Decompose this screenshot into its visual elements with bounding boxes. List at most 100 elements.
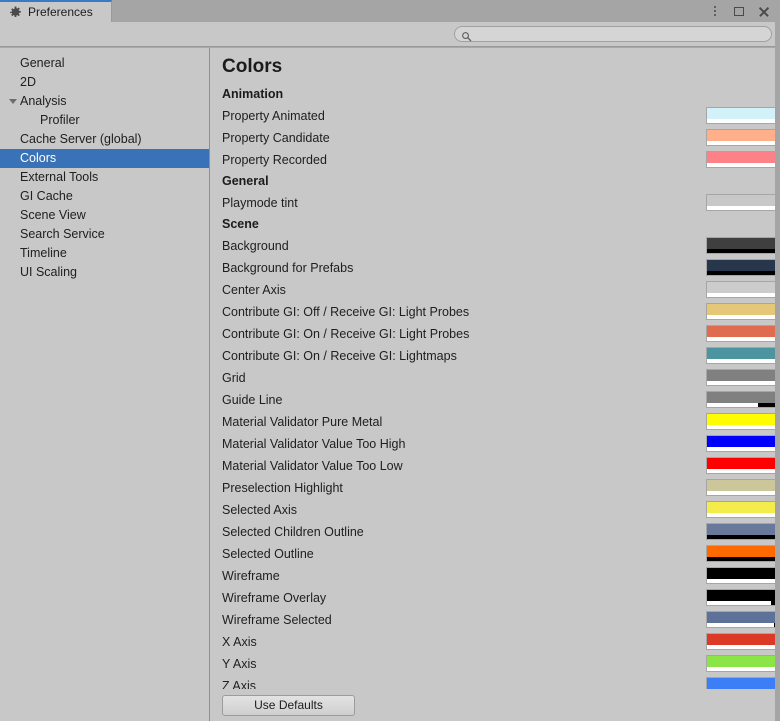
color-swatch[interactable] xyxy=(706,523,780,540)
color-setting-label: X Axis xyxy=(222,636,257,649)
sidebar-item-analysis[interactable]: Analysis xyxy=(0,92,209,111)
color-swatch-alpha-bar xyxy=(707,293,780,297)
color-setting-label: Y Axis xyxy=(222,658,257,671)
color-setting-label: Background for Prefabs xyxy=(222,262,353,275)
chevron-down-icon[interactable] xyxy=(6,95,20,109)
kebab-menu-icon[interactable] xyxy=(704,0,726,22)
window-controls xyxy=(704,0,780,22)
color-setting-row: Material Validator Pure Metal xyxy=(222,411,780,433)
color-setting-row: Contribute GI: On / Receive GI: Light Pr… xyxy=(222,323,780,345)
color-swatch-alpha-bar xyxy=(707,315,780,319)
color-swatch-alpha-bar xyxy=(707,425,780,429)
color-swatch-band xyxy=(707,238,780,249)
sidebar-item-ui-scaling[interactable]: UI Scaling xyxy=(0,263,209,282)
color-setting-label: Preselection Highlight xyxy=(222,482,343,495)
color-swatch-alpha-bar xyxy=(707,163,780,167)
color-swatch-alpha-bar xyxy=(707,491,780,495)
use-defaults-button[interactable]: Use Defaults xyxy=(222,695,355,716)
title-bar: Preferences xyxy=(0,0,780,22)
sidebar-item-gi-cache[interactable]: GI Cache xyxy=(0,187,209,206)
content-scroll-area[interactable]: Colors AnimationProperty AnimatedPropert… xyxy=(210,48,780,689)
color-setting-label: Material Validator Pure Metal xyxy=(222,416,382,429)
color-setting-row: Guide Line xyxy=(222,389,780,411)
color-swatch[interactable] xyxy=(706,237,780,254)
color-swatch-alpha-bar xyxy=(707,141,780,145)
color-swatch[interactable] xyxy=(706,413,780,430)
group-header: Animation xyxy=(222,84,780,105)
color-swatch[interactable] xyxy=(706,611,780,628)
color-swatch[interactable] xyxy=(706,633,780,650)
color-swatch[interactable] xyxy=(706,303,780,320)
tab-preferences[interactable]: Preferences xyxy=(0,0,112,22)
color-swatch[interactable] xyxy=(706,194,780,211)
settings-tree[interactable]: General 2D AnalysisProfiler Cache Server (g… xyxy=(0,48,210,721)
color-swatch[interactable] xyxy=(706,677,780,689)
color-swatch[interactable] xyxy=(706,545,780,562)
sidebar-item-label: External Tools xyxy=(20,171,98,184)
color-setting-label: Wireframe Overlay xyxy=(222,592,326,605)
color-swatch-alpha-bar xyxy=(707,513,780,517)
color-swatch[interactable] xyxy=(706,479,780,496)
color-swatch[interactable] xyxy=(706,567,780,584)
color-swatch[interactable] xyxy=(706,259,780,276)
search-input[interactable] xyxy=(472,27,765,42)
sidebar-item-timeline[interactable]: Timeline xyxy=(0,244,209,263)
color-swatch[interactable] xyxy=(706,655,780,672)
color-setting-label: Selected Axis xyxy=(222,504,297,517)
sidebar-item-label: Cache Server (global) xyxy=(20,133,142,146)
color-setting-row: Property Animated xyxy=(222,105,780,127)
color-swatch[interactable] xyxy=(706,129,780,146)
color-setting-row: Wireframe xyxy=(222,565,780,587)
color-swatch-band xyxy=(707,326,780,337)
color-setting-label: Wireframe Selected xyxy=(222,614,332,627)
sidebar-item-profiler[interactable]: Profiler xyxy=(0,111,209,130)
color-setting-label: Wireframe xyxy=(222,570,280,583)
maximize-icon[interactable] xyxy=(728,0,750,22)
color-swatch-alpha-bar xyxy=(707,667,780,671)
color-swatch[interactable] xyxy=(706,151,780,168)
color-swatch-band xyxy=(707,130,780,141)
color-swatch-band xyxy=(707,612,780,623)
sidebar-item-2d[interactable]: 2D xyxy=(0,73,209,92)
color-swatch-band xyxy=(707,152,780,163)
color-swatch[interactable] xyxy=(706,281,780,298)
color-swatch[interactable] xyxy=(706,501,780,518)
sidebar-item-label: 2D xyxy=(20,76,36,89)
color-setting-label: Guide Line xyxy=(222,394,282,407)
sidebar-item-general[interactable]: General xyxy=(0,54,209,73)
titlebar-spacer xyxy=(112,0,704,22)
color-setting-label: Contribute GI: On / Receive GI: Lightmap… xyxy=(222,350,457,363)
sidebar-item-cache-server-global[interactable]: Cache Server (global) xyxy=(0,130,209,149)
color-swatch[interactable] xyxy=(706,391,780,408)
tab-label: Preferences xyxy=(28,6,93,18)
color-swatch-alpha-bar xyxy=(707,535,780,539)
color-swatch[interactable] xyxy=(706,369,780,386)
sidebar-item-colors[interactable]: Colors xyxy=(0,149,209,168)
color-swatch[interactable] xyxy=(706,435,780,452)
color-swatch[interactable] xyxy=(706,347,780,364)
color-setting-label: Playmode tint xyxy=(222,197,298,210)
sidebar-item-external-tools[interactable]: External Tools xyxy=(0,168,209,187)
color-swatch-band xyxy=(707,590,780,601)
color-setting-row: Grid xyxy=(222,367,780,389)
color-setting-row: Background for Prefabs xyxy=(222,257,780,279)
close-icon[interactable] xyxy=(752,0,774,22)
color-setting-label: Center Axis xyxy=(222,284,286,297)
color-setting-label: Property Recorded xyxy=(222,154,327,167)
sidebar-item-label: GI Cache xyxy=(20,190,73,203)
sidebar-item-search-service[interactable]: Search Service xyxy=(0,225,209,244)
footer: Use Defaults xyxy=(210,689,780,721)
sidebar-item-scene-view[interactable]: Scene View xyxy=(0,206,209,225)
color-swatch[interactable] xyxy=(706,107,780,124)
color-swatch[interactable] xyxy=(706,325,780,342)
color-setting-label: Contribute GI: Off / Receive GI: Light P… xyxy=(222,306,469,319)
color-swatch-alpha-bar xyxy=(707,119,780,123)
color-setting-label: Material Validator Value Too Low xyxy=(222,460,403,473)
color-swatch-alpha-bar xyxy=(707,249,780,253)
color-swatch[interactable] xyxy=(706,589,780,606)
color-setting-label: Selected Outline xyxy=(222,548,314,561)
color-swatch[interactable] xyxy=(706,457,780,474)
search-field[interactable] xyxy=(454,26,772,42)
color-setting-row: Material Validator Value Too High xyxy=(222,433,780,455)
color-swatch-band xyxy=(707,480,780,491)
